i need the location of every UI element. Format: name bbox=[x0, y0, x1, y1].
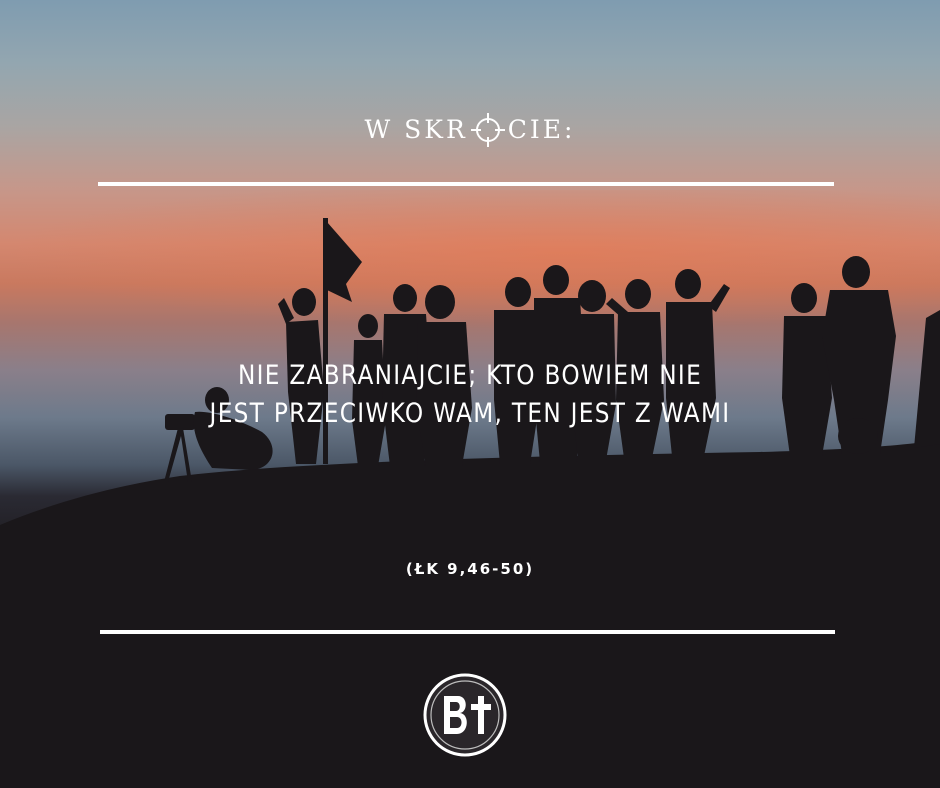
bt-logo-icon bbox=[423, 673, 507, 757]
quote-line-2: JEST PRZECIWKO WAM, TEN JEST Z WAMI bbox=[209, 398, 731, 429]
quote-line-1: NIE ZABRANIAJCIE; KTO BOWIEM NIE bbox=[237, 360, 703, 391]
top-divider bbox=[98, 182, 834, 186]
header-title: W SKR CIE: bbox=[0, 108, 940, 150]
scripture-reference: (ŁK 9,46-50) bbox=[405, 560, 535, 578]
bottom-divider bbox=[100, 630, 835, 634]
header-prefix: W SKR bbox=[364, 114, 468, 144]
background-photo: W SKR CIE: NIE ZABRANIAJCIE; KTO BOWIEM … bbox=[0, 0, 940, 788]
crosshair-icon bbox=[470, 112, 505, 147]
header-suffix: CIE: bbox=[507, 114, 576, 144]
quote-text: NIE ZABRANIAJCIE; KTO BOWIEM NIE JEST PR… bbox=[169, 357, 771, 433]
